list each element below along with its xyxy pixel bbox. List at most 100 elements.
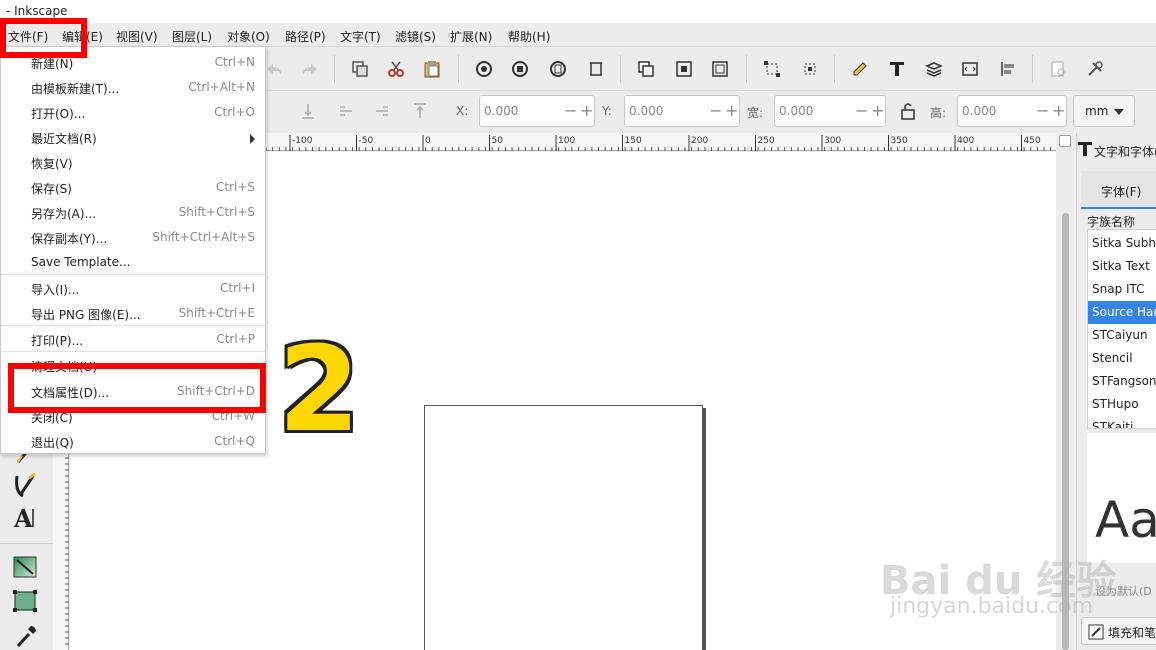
height-decrement[interactable]: − [1036,101,1049,121]
height-increment[interactable]: + [1052,101,1065,121]
menu-item-label: 由模板新建(T)... [31,82,120,96]
submenu-arrow-icon [250,134,255,144]
font-list-item[interactable]: STFangsong [1088,370,1156,393]
menu-object[interactable]: 对象(O) [227,28,270,45]
zoom-selection-icon[interactable] [472,57,496,81]
menu-item-save-template[interactable]: Save Template... [1,249,265,274]
width-decrement[interactable]: − [855,101,868,121]
menu-item-new-from-template[interactable]: 由模板新建(T)... Ctrl+Alt+N [1,74,265,99]
menu-item-import[interactable]: 导入(I)... Ctrl+I [1,275,265,300]
raise-icon[interactable] [370,99,394,123]
y-field[interactable]: 0.000 − + [624,95,740,127]
tab-font[interactable]: 字体(F) [1081,171,1156,209]
menu-item-shortcut: Shift+Ctrl+E [178,306,255,320]
menu-item-open[interactable]: 打开(O)... Ctrl+O [1,99,265,124]
fill-stroke-button[interactable]: 填充和笔刷 [1081,617,1156,645]
clone-icon[interactable] [708,57,732,81]
width-increment[interactable]: + [871,101,884,121]
cut-icon[interactable] [384,57,408,81]
align-distribute-icon[interactable] [996,57,1020,81]
ruler-tick-label: 300 [824,136,841,146]
zoom-drawing-icon[interactable] [508,57,532,81]
menu-item-save-as[interactable]: 另存为(A)... Shift+Ctrl+S [1,199,265,224]
font-family-column-header: 字族名称 [1087,215,1136,229]
menu-item-save-copy[interactable]: 保存副本(Y)... Shift+Ctrl+Alt+S [1,224,265,249]
menu-item-label: 保存(S) [31,182,72,196]
xml-editor-icon[interactable] [848,57,872,81]
horizontal-ruler[interactable]: -100 -50 0 50 100 150 200 250 300 350 400 450 [265,133,1056,151]
layers-icon[interactable] [922,57,946,81]
font-list-item[interactable]: STCaiyun [1088,324,1156,347]
mesh-tool-icon[interactable] [13,590,37,615]
width-field[interactable]: 0.000 − + [774,95,886,127]
dropper-tool-icon[interactable] [15,624,37,650]
menu-layer[interactable]: 图层(L) [172,28,212,45]
corner-button[interactable] [1059,135,1071,147]
font-list-item[interactable]: STHupo [1088,393,1156,416]
inkscape-window: - Inkscape 文件(F) 编辑(E) 视图(V) 图层(L) 对象(O)… [0,0,1156,650]
menubar: 文件(F) 编辑(E) 视图(V) 图层(L) 对象(O) 路径(P) 文字(T… [0,23,1156,47]
font-list-item[interactable]: Stencil [1088,347,1156,370]
menu-item-export-png[interactable]: 导出 PNG 图像(E)... Shift+Ctrl+E [1,300,265,325]
chevron-down-icon [1114,109,1124,115]
text-tool-icon[interactable] [885,57,909,81]
gradient-tool-icon[interactable] [13,556,37,581]
toolbar-separator [620,55,621,83]
transform-icon[interactable] [760,57,784,81]
zoom-width-icon[interactable] [584,57,608,81]
vertical-ruler[interactable] [53,439,69,650]
width-value: 0.000 [779,104,814,118]
menu-view[interactable]: 视图(V) [116,28,158,45]
menu-text[interactable]: 文字(T) [340,28,381,45]
menu-item-print[interactable]: 打印(P)... Ctrl+P [1,326,265,351]
x-field[interactable]: 0.000 − + [479,95,595,127]
font-preview: Aa [1087,433,1156,563]
menu-item-quit[interactable]: 退出(Q) Ctrl+Q [1,428,265,453]
height-value: 0.000 [962,104,997,118]
zoom-page-icon[interactable] [546,57,570,81]
font-family-list[interactable]: Sitka SubheSitka TextSnap ITCSource HanS… [1087,229,1156,429]
paste-icon[interactable] [420,57,444,81]
redo-icon[interactable] [298,57,322,81]
fill-stroke-icon [1088,624,1104,640]
y-label: Y: [602,104,612,118]
y-increment[interactable]: + [725,101,738,121]
menu-item-shortcut: Ctrl+P [216,332,255,346]
group-icon[interactable] [634,57,658,81]
y-decrement[interactable]: − [709,101,722,121]
raise-top-icon[interactable] [408,99,432,123]
font-list-item[interactable]: STKaiti [1088,416,1156,428]
x-increment[interactable]: + [580,101,593,121]
align-icon[interactable] [798,57,822,81]
menu-item-recent[interactable]: 最近文档(R) [1,124,265,149]
font-list-item[interactable]: Sitka Text [1088,255,1156,278]
pen-tool-icon[interactable] [13,472,37,501]
menu-extensions[interactable]: 扩展(N) [450,28,492,45]
lock-icon[interactable] [896,99,920,123]
highlight-file-menu [0,18,87,58]
page-shadow [702,408,706,650]
preferences-icon[interactable] [1083,57,1107,81]
menu-item-revert[interactable]: 恢复(V) [1,149,265,174]
objects-icon[interactable] [958,57,982,81]
ungroup-icon[interactable] [672,57,696,81]
unit-dropdown[interactable]: mm [1073,95,1135,127]
lower-bottom-icon[interactable] [296,99,320,123]
text-icon [1078,142,1092,156]
menu-filters[interactable]: 滤镜(S) [395,28,436,45]
preferences-doc-icon[interactable] [1046,57,1070,81]
x-decrement[interactable]: − [564,101,577,121]
lower-icon[interactable] [334,99,358,123]
menu-item-save[interactable]: 保存(S) Ctrl+S [1,174,265,199]
menu-path[interactable]: 路径(P) [285,28,326,45]
menu-help[interactable]: 帮助(H) [508,28,550,45]
height-field[interactable]: 0.000 − + [957,95,1067,127]
font-list-item[interactable]: Snap ITC [1088,278,1156,301]
font-list-item[interactable]: Sitka Subhe [1088,232,1156,255]
text-tool-icon[interactable]: A [13,504,37,533]
menu-item-shortcut: Ctrl+N [214,55,255,69]
menu-item-label: 打印(P)... [31,334,84,348]
font-list-item[interactable]: Source Han [1088,301,1156,324]
duplicate-icon[interactable] [348,57,372,81]
title-bar: - Inkscape [0,0,1156,23]
